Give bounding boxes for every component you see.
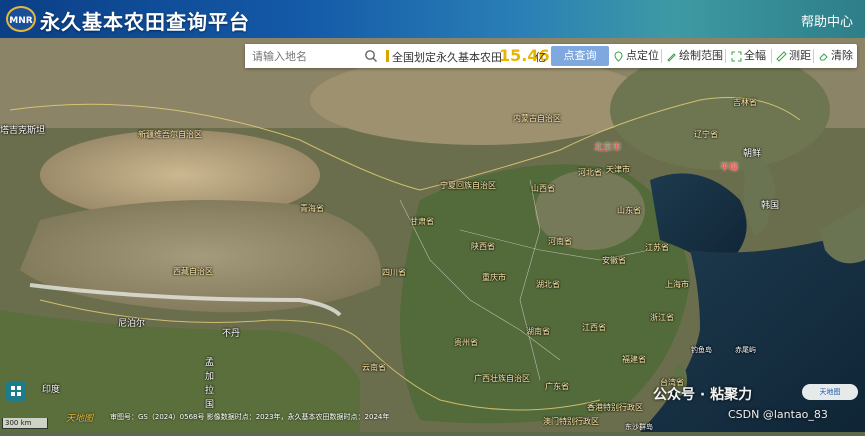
draw-range-label: 绘制范围: [679, 49, 723, 62]
map-label-beijing: 北京市: [594, 143, 622, 153]
ruler-icon: [776, 50, 787, 62]
map-label-yunnan: 云南省: [362, 363, 386, 372]
map-label-jiangsu: 江苏省: [645, 243, 669, 252]
pin-icon: [614, 50, 623, 62]
toolbar-divider: [725, 49, 726, 63]
app-header: MNR 永久基本农田查询平台 帮助中心: [0, 0, 865, 38]
search-icon[interactable]: [364, 49, 378, 63]
map-label-bangladesh: 孟加拉国: [205, 358, 215, 410]
map-label-macau: 澳门特别行政区: [543, 417, 599, 426]
map-label-gansu: 甘肃省: [410, 217, 434, 226]
draw-range-button[interactable]: 绘制范围: [666, 44, 723, 68]
toolbar-divider: [771, 49, 772, 63]
expand-icon: [731, 51, 742, 61]
map-label-shanxi: 山西省: [531, 184, 555, 193]
map-label-guangdong: 广东省: [545, 382, 569, 391]
full-extent-button[interactable]: 全幅: [731, 44, 766, 68]
map-label-shanghai: 上海市: [665, 280, 689, 289]
tianditu-logo: 天地图: [66, 414, 94, 424]
toolbar-divider: [813, 49, 814, 63]
map-label-jiangxi: 江西省: [582, 323, 606, 332]
map-label-qinghai: 青海省: [300, 204, 324, 213]
pencil-icon: [667, 52, 676, 62]
eraser-icon: [819, 52, 828, 60]
map-label-fujian: 福建省: [622, 355, 646, 364]
map-label-india: 印度: [42, 385, 61, 395]
map-label-tajikistan: 塔吉克斯坦: [0, 126, 46, 136]
measure-distance-button[interactable]: 测距: [776, 44, 811, 68]
watermark-csdn: CSDN @lantao_83: [728, 408, 828, 421]
layers-icon: [11, 386, 21, 396]
map-label-bhutan: 不丹: [222, 329, 241, 339]
watermark-wechat: 公众号 · 粘聚力: [653, 387, 753, 403]
scale-bar: 300 km: [2, 418, 48, 429]
map-attribution: 审图号：GS（2024）0568号 影像数据时点：2023年，永久基本农田数据时…: [110, 413, 390, 421]
point-locate-button[interactable]: 点定位: [613, 44, 659, 68]
map-label-hebei: 河北省: [578, 168, 602, 177]
tianditu-badge[interactable]: 天地图: [802, 384, 858, 400]
map-label-tibet: 西藏自治区: [173, 267, 213, 276]
toolbar-divider: [661, 49, 662, 63]
mnr-logo: MNR: [6, 6, 36, 32]
map-label-sichuan: 四川省: [382, 268, 406, 277]
map-label-tianjin: 天津市: [606, 165, 630, 174]
map-label-hunan: 湖南省: [526, 327, 550, 336]
map-label-xinjiang: 新疆维吾尔自治区: [138, 130, 202, 139]
map-label-pyongyang: 平壤: [720, 163, 739, 173]
help-center-link[interactable]: 帮助中心: [801, 11, 853, 30]
map-label-liaoning: 辽宁省: [694, 130, 718, 139]
map-label-henan: 河南省: [548, 237, 572, 246]
map-label-guangxi: 广西壮族自治区: [474, 374, 530, 383]
map-label-chiwei: 赤尾屿: [735, 346, 756, 354]
map-label-guizhou: 贵州省: [454, 338, 478, 347]
map-label-south-korea: 韩国: [761, 201, 780, 211]
farmland-stat-unit: 亿: [535, 51, 546, 64]
map-label-anhui: 安徽省: [602, 256, 626, 265]
map-label-zhejiang: 浙江省: [650, 313, 674, 322]
farmland-stat-label: 全国划定永久基本农田: [392, 51, 502, 64]
map-label-neimenggu: 内蒙古自治区: [513, 114, 561, 123]
map-label-hubei: 湖北省: [536, 280, 560, 289]
point-query-button[interactable]: 点查询: [551, 46, 609, 66]
map-label-nepal: 尼泊尔: [118, 319, 146, 329]
map-label-diaoyu: 钓鱼岛: [691, 346, 712, 354]
full-extent-label: 全幅: [744, 49, 766, 62]
stat-marker-icon: [386, 50, 389, 62]
clear-button[interactable]: 清除: [818, 44, 853, 68]
map-label-dongsha: 东沙群岛: [625, 423, 653, 431]
map-label-hongkong: 香港特别行政区: [587, 403, 643, 412]
place-search-input[interactable]: [245, 44, 383, 68]
app-title: 永久基本农田查询平台: [40, 10, 250, 34]
map-label-shaanxi: 陕西省: [471, 242, 495, 251]
point-locate-label: 点定位: [626, 49, 659, 62]
map-label-ningxia: 宁夏回族自治区: [440, 181, 496, 190]
map-toolbar: 全国划定永久基本农田 15.46 亿 点查询 点定位 绘制范围 全幅 测距 清除: [245, 44, 857, 68]
map-label-jilin: 吉林省: [733, 98, 757, 107]
measure-distance-label: 测距: [789, 49, 811, 62]
map-label-shandong: 山东省: [617, 206, 641, 215]
map-label-north-korea: 朝鲜: [743, 149, 762, 159]
clear-label: 清除: [831, 49, 853, 62]
map-label-chongqing: 重庆市: [482, 273, 506, 282]
layer-switch-button[interactable]: [6, 381, 26, 401]
